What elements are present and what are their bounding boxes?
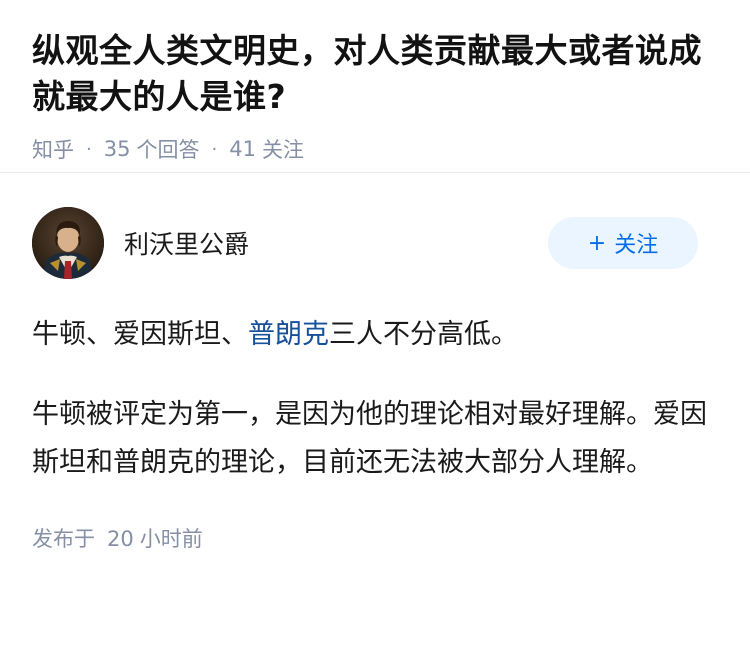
- follow-button-label: 关注: [614, 233, 659, 258]
- question-title[interactable]: 纵观全人类文明史，对人类贡献最大或者说成就最大的人是谁?: [32, 28, 718, 120]
- answer-card: 利沃里公爵 + 关注 牛顿、爱因斯坦、普朗克三人不分高低。 牛顿被评定为第一，是…: [0, 173, 750, 553]
- portrait-icon: [32, 207, 104, 279]
- published-time: 发布于 20 小时前: [32, 523, 718, 553]
- answer-content: 牛顿、爱因斯坦、普朗克三人不分高低。 牛顿被评定为第一，是因为他的理论相对最好理…: [32, 311, 718, 487]
- paragraph-text: 牛顿、爱因斯坦、: [32, 319, 248, 350]
- follower-count: 41: [229, 137, 256, 161]
- source-label[interactable]: 知乎: [32, 134, 74, 164]
- question-meta: 知乎 · 35 个回答 · 41 关注: [32, 134, 718, 164]
- follower-count-label: 关注: [261, 138, 304, 162]
- planck-link[interactable]: 普朗克: [248, 319, 329, 350]
- published-label: 发布于: [32, 527, 95, 551]
- answer-paragraph: 牛顿、爱因斯坦、普朗克三人不分高低。: [32, 311, 718, 359]
- meta-separator: ·: [211, 138, 218, 160]
- question-header: 纵观全人类文明史，对人类贡献最大或者说成就最大的人是谁? 知乎 · 35 个回答…: [0, 0, 750, 172]
- avatar[interactable]: [32, 207, 104, 279]
- plus-icon: +: [587, 230, 607, 256]
- published-unit: 小时前: [139, 527, 203, 551]
- author-row: 利沃里公爵 + 关注: [32, 173, 718, 311]
- answer-count: 35: [103, 137, 131, 161]
- follow-button[interactable]: + 关注: [548, 217, 698, 269]
- meta-separator: ·: [86, 138, 92, 160]
- published-number: 20: [107, 527, 134, 551]
- paragraph-text: 三人不分高低。: [329, 319, 518, 350]
- answer-paragraph: 牛顿被评定为第一，是因为他的理论相对最好理解。爱因斯坦和普朗克的理论，目前还无法…: [32, 399, 707, 478]
- answer-count-label: 个回答: [136, 138, 200, 162]
- author-name[interactable]: 利沃里公爵: [124, 225, 548, 261]
